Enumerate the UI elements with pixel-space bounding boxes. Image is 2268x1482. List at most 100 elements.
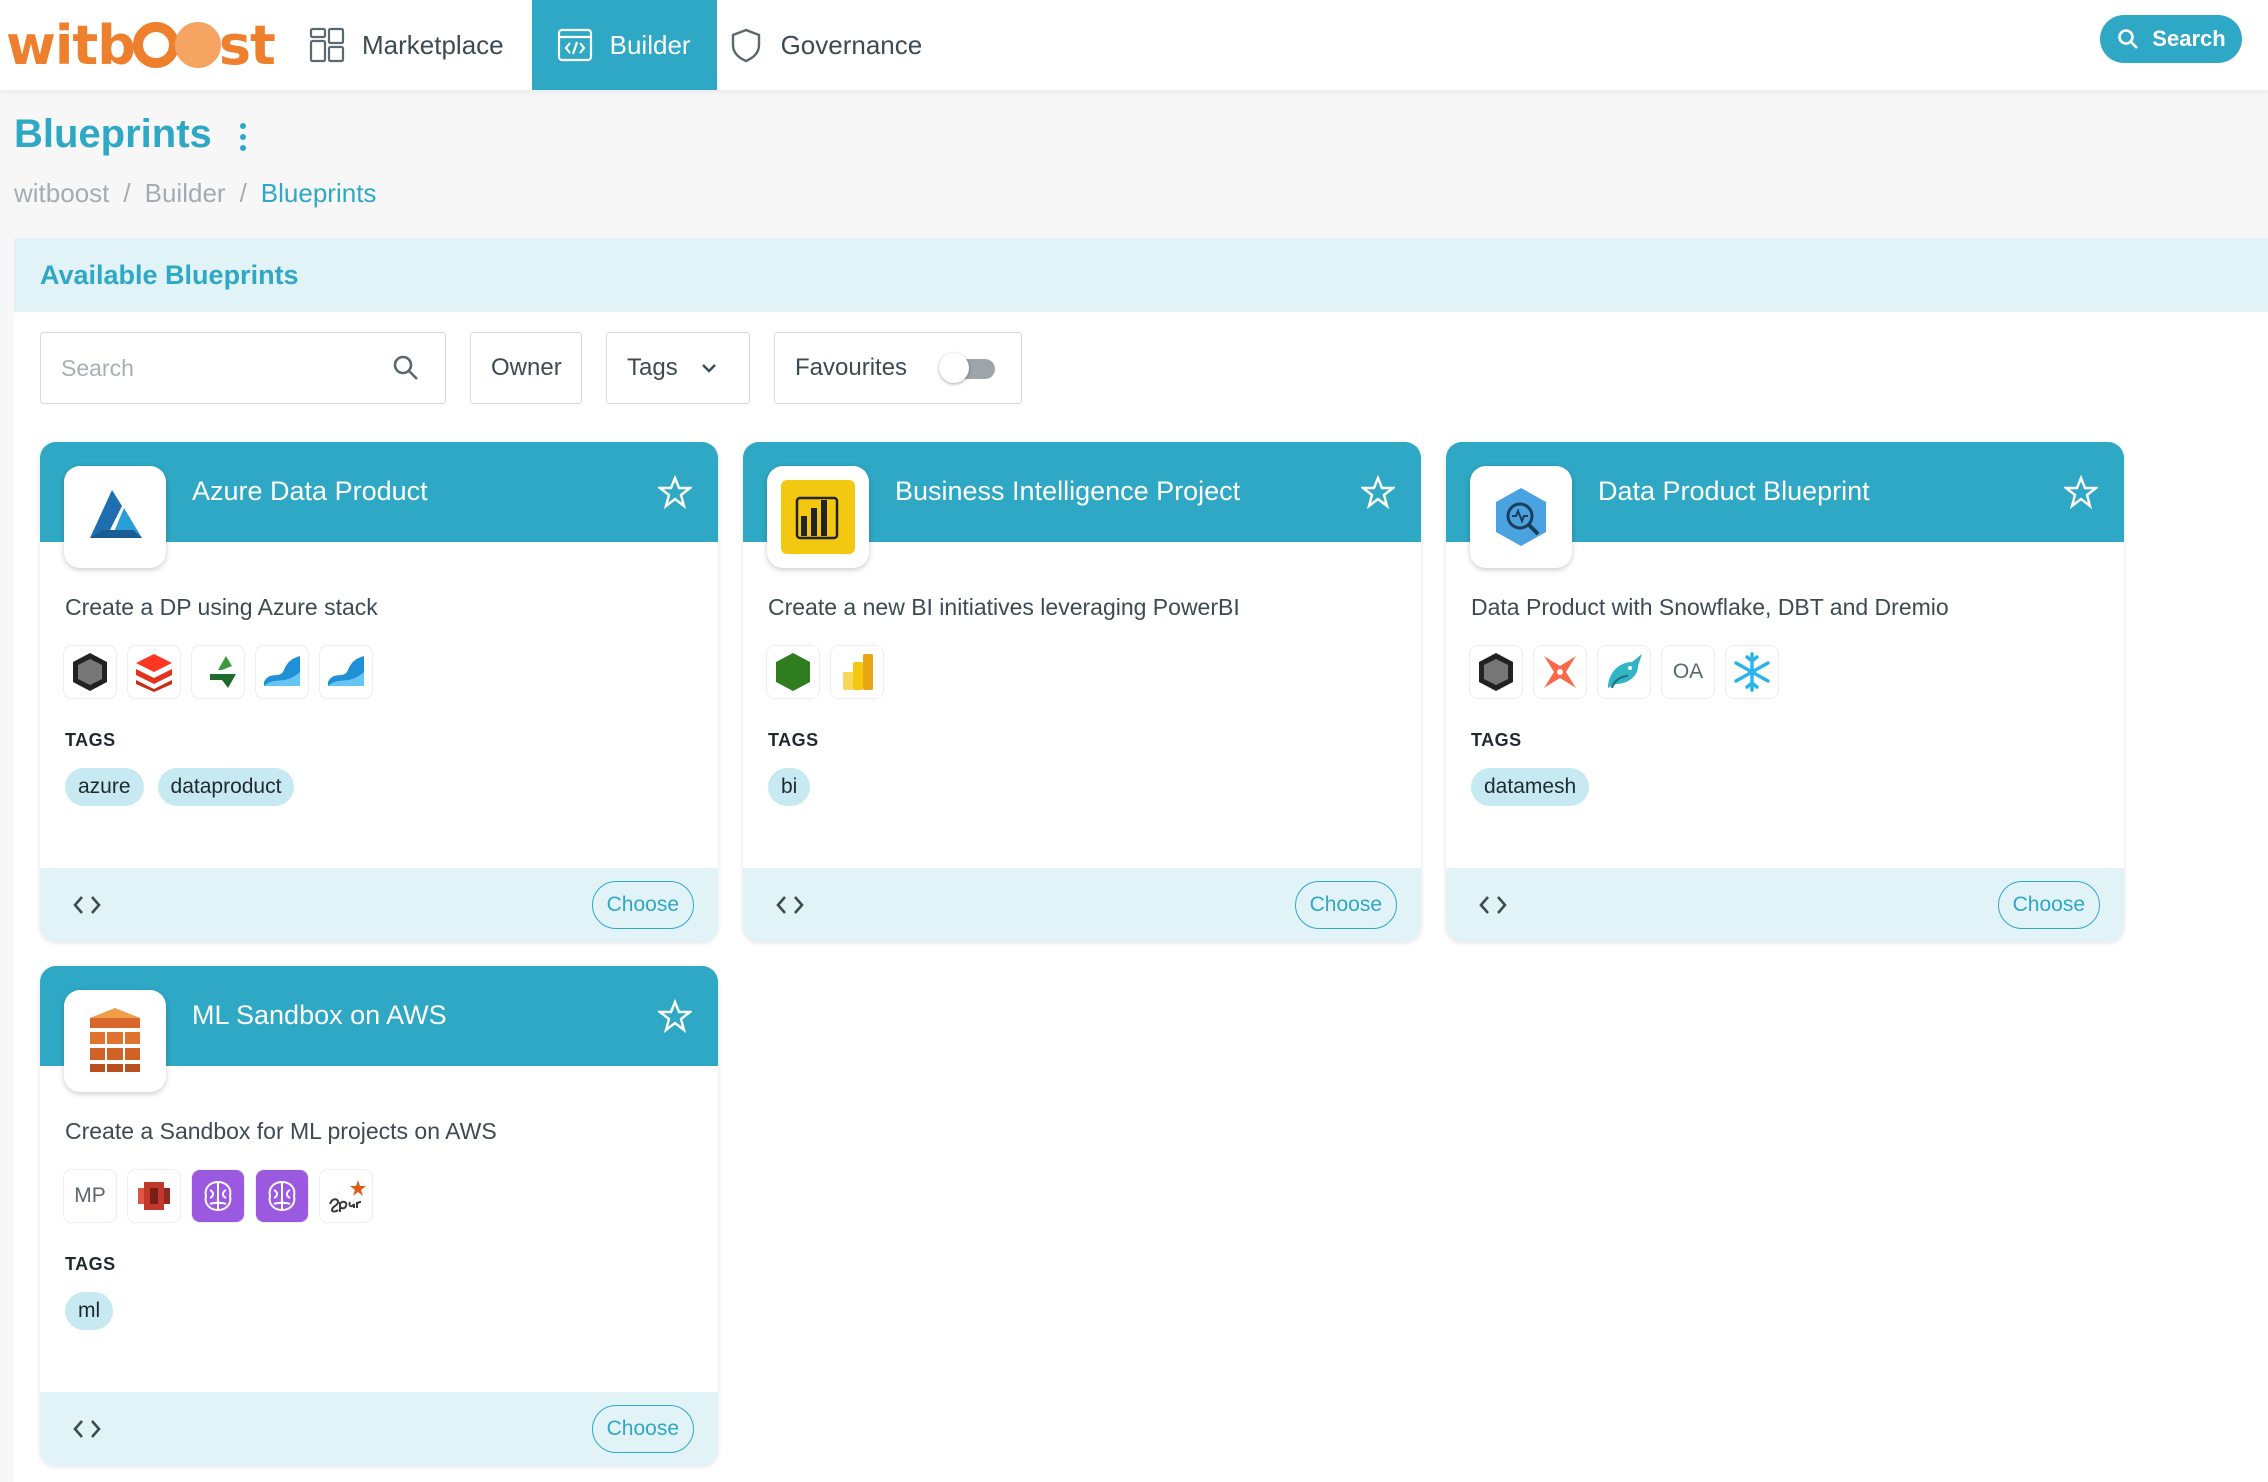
tech-icons: [767, 646, 883, 698]
azure-logo-icon: [64, 466, 166, 568]
card-description: Create a Sandbox for ML projects on AWS: [65, 1118, 497, 1144]
favourites-toggle[interactable]: [939, 351, 997, 385]
main-nav: Marketplace Builder Governance: [298, 0, 950, 90]
choose-button[interactable]: Choose: [1997, 881, 2100, 929]
card-title[interactable]: Business Intelligence Project: [895, 476, 1240, 507]
card-description: Create a DP using Azure stack: [65, 594, 378, 620]
tag-chip[interactable]: azure: [65, 768, 144, 806]
search-icon: [393, 355, 418, 380]
witboost-logo[interactable]: witb st: [6, 10, 276, 80]
search-placeholder: Search: [61, 354, 134, 381]
card-description: Create a new BI initiatives leveraging P…: [768, 594, 1240, 620]
nav-builder[interactable]: Builder: [531, 0, 717, 90]
data-factory-icon: [192, 646, 244, 698]
search-icon: [2118, 29, 2139, 49]
s3-icon: [128, 1170, 180, 1222]
tags-label: TAGS: [768, 730, 819, 750]
breadcrumb-item-witboost[interactable]: witboost: [14, 178, 109, 209]
blueprint-card-ml-sandbox: ML Sandbox on AWS Create a Sandbox for M…: [40, 966, 718, 1466]
databricks-icon: [128, 646, 180, 698]
tag-list: bi: [768, 768, 811, 806]
card-title[interactable]: ML Sandbox on AWS: [192, 1000, 447, 1031]
code-icon[interactable]: [70, 888, 104, 922]
filter-bar: Search Owner Tags Favourites: [40, 332, 1022, 404]
card-footer: Choose: [1446, 868, 2124, 942]
blueprint-card-bi: Business Intelligence Project Create a n…: [743, 442, 1421, 942]
dremio-icon: [1598, 646, 1650, 698]
favourite-star-icon[interactable]: [2064, 475, 2098, 509]
green-hexagon-icon: [767, 646, 819, 698]
breadcrumb-item-blueprints: Blueprints: [260, 178, 377, 208]
tag-list: ml: [65, 1292, 114, 1330]
card-footer: Choose: [40, 1392, 718, 1466]
tag-list: datamesh: [1471, 768, 1590, 806]
breadcrumb: witboost / Builder / Blueprints: [14, 178, 376, 209]
logo-ring-filled-icon: [174, 22, 221, 68]
tags-label: TAGS: [65, 1254, 116, 1274]
hexagon-icon: [1470, 646, 1522, 698]
favourites-filter: Favourites: [774, 332, 1022, 404]
favourite-star-icon[interactable]: [658, 999, 692, 1033]
breadcrumb-separator: /: [239, 178, 247, 208]
oa-badge: OA: [1662, 646, 1714, 698]
tag-chip[interactable]: dataproduct: [157, 768, 295, 806]
owner-filter-dropdown[interactable]: Owner: [470, 332, 582, 404]
global-search-button[interactable]: Search: [2100, 15, 2242, 63]
brain-icon: [192, 1170, 244, 1222]
tags-filter-dropdown[interactable]: Tags: [606, 332, 750, 404]
page-title: Blueprints: [14, 112, 246, 157]
tag-chip[interactable]: bi: [768, 768, 811, 806]
shield-icon: [731, 28, 760, 63]
tag-chip[interactable]: ml: [65, 1292, 114, 1330]
hexagon-icon: [64, 646, 116, 698]
blueprint-card-data-product: Data Product Blueprint Data Product with…: [1446, 442, 2124, 942]
card-footer: Choose: [743, 868, 1421, 942]
more-options-icon[interactable]: [239, 119, 246, 151]
choose-button[interactable]: Choose: [591, 1405, 694, 1453]
global-search-label: Search: [2152, 26, 2226, 51]
favourite-star-icon[interactable]: [1361, 475, 1395, 509]
snowflake-icon: [1726, 646, 1778, 698]
tech-icons: OA: [1470, 646, 1778, 698]
tag-chip[interactable]: datamesh: [1471, 768, 1590, 806]
breadcrumb-separator: /: [123, 178, 131, 208]
mp-badge: MP: [64, 1170, 116, 1222]
choose-button[interactable]: Choose: [591, 881, 694, 929]
blueprint-card-azure: Azure Data Product Create a DP using Azu…: [40, 442, 718, 942]
nav-governance[interactable]: Governance: [717, 0, 951, 90]
breadcrumb-item-builder[interactable]: Builder: [145, 178, 226, 209]
tag-list: azure dataproduct: [65, 768, 295, 806]
nav-marketplace[interactable]: Marketplace: [298, 0, 532, 90]
code-icon[interactable]: [70, 1412, 104, 1446]
favourites-label: Favourites: [795, 354, 908, 381]
dbt-icon: [1534, 646, 1586, 698]
brain-icon: [256, 1170, 308, 1222]
choose-button[interactable]: Choose: [1294, 881, 1397, 929]
aws-logo-icon: [64, 990, 166, 1092]
top-navigation-bar: witb st Marketplace Builder Governance S…: [0, 0, 2268, 90]
powerbi-logo-icon: [767, 466, 869, 568]
tech-icons: [64, 646, 372, 698]
tech-icons: MP: [64, 1170, 372, 1222]
tags-filter-label: Tags: [627, 354, 678, 381]
logo-text-start: witb: [6, 13, 136, 77]
synapse-icon: [320, 646, 372, 698]
tags-label: TAGS: [1471, 730, 1522, 750]
code-icon[interactable]: [1476, 888, 1510, 922]
page-title-text: Blueprints: [14, 112, 212, 156]
card-description: Data Product with Snowflake, DBT and Dre…: [1471, 594, 1949, 620]
logo-text-end: st: [218, 13, 276, 77]
blueprints-panel: Available Blueprints Search Owner Tags F…: [14, 238, 2268, 1482]
chevron-down-icon: [701, 364, 716, 373]
code-icon[interactable]: [773, 888, 807, 922]
nav-builder-label: Builder: [609, 29, 691, 60]
owner-filter-label: Owner: [491, 354, 562, 381]
panel-title: Available Blueprints: [40, 259, 299, 290]
favourite-star-icon[interactable]: [658, 475, 692, 509]
nav-governance-label: Governance: [780, 29, 923, 60]
blueprint-search-input[interactable]: Search: [40, 332, 446, 404]
card-title[interactable]: Data Product Blueprint: [1598, 476, 1870, 507]
grid-icon: [309, 27, 345, 63]
logo-ring-icon: [132, 22, 179, 68]
card-title[interactable]: Azure Data Product: [192, 476, 428, 507]
